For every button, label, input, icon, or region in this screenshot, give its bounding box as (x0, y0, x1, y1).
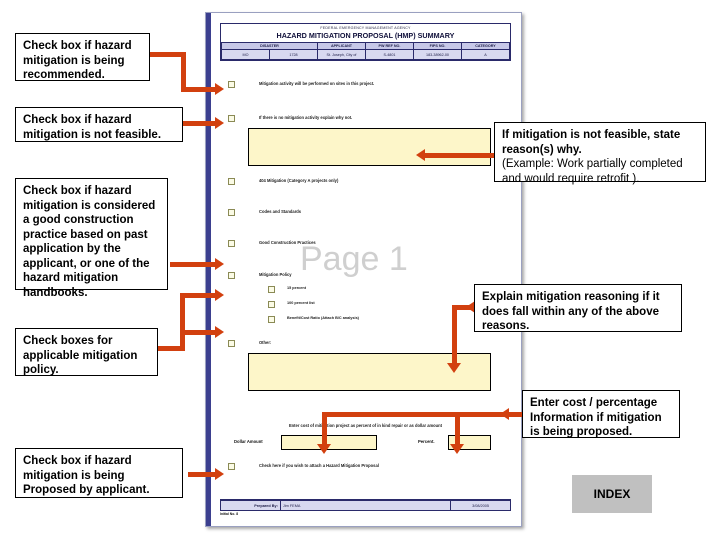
callout-state-reason-bold: If mitigation is not feasible, state rea… (502, 129, 681, 156)
row-label: If there is no mitigation activity expla… (259, 115, 353, 120)
subrow-label: 15 percent (287, 286, 306, 290)
no-mitigation-reason-textarea[interactable] (248, 128, 491, 166)
meta-value-applicant: St. Joseph, City of (317, 49, 366, 60)
callout-state-reason: If mitigation is not feasible, state rea… (494, 122, 706, 185)
subrow-label: 100 percent list (287, 301, 315, 305)
callout-not-feasible: Check box if hazard mitigation is not fe… (15, 107, 183, 142)
footer-note: Initial No. 8 (220, 512, 239, 516)
form-row-no-mitigation-explain[interactable]: If there is no mitigation activity expla… (228, 115, 352, 122)
connector-cost-arrow-left (500, 408, 509, 420)
connector-cost-v1 (322, 412, 327, 446)
form-row-codes-standards[interactable]: Codes and Standards (228, 209, 301, 216)
callout-enter-cost: Enter cost / percentage Information if m… (522, 390, 680, 438)
connector-policy-h3 (180, 330, 218, 335)
connector-statereason-arrow (416, 149, 425, 161)
form-footer: Prepared By: Jim FEMA 3/08/2005 Initial … (220, 499, 511, 516)
connector-notfeasible-arrow (215, 117, 224, 129)
prepared-by-label: Prepared By: (220, 500, 281, 511)
connector-policy-h2 (180, 293, 218, 298)
footer-table: Prepared By: Jim FEMA 3/08/2005 (220, 500, 511, 511)
row-label: Mitigation activity will be performed on… (259, 81, 375, 86)
prepared-by-value: Jim FEMA (279, 500, 452, 511)
checkbox-other[interactable] (228, 340, 235, 347)
connector-explain-arrow-down (447, 363, 461, 373)
form-header: FEDERAL EMERGENCY MANAGEMENT AGENCY HAZA… (220, 23, 511, 61)
row-label: Codes and Standards (259, 209, 302, 214)
meta-header-pwref: PW REF NO. (365, 42, 414, 50)
connector-cost-h2 (322, 412, 510, 417)
callout-state-reason-example: (Example: Work partially completed and w… (502, 158, 683, 185)
checkbox-mitigation-policy[interactable] (228, 272, 235, 279)
slide-canvas: FEDERAL EMERGENCY MANAGEMENT AGENCY HAZA… (0, 0, 720, 540)
dollar-amount-label: Dollar Amount (234, 439, 263, 444)
callout-policy-checkboxes: Check boxes for applicable mitigation po… (15, 328, 158, 376)
callout-explain-reasoning: Explain mitigation reasoning if it does … (474, 284, 682, 332)
meta-header-disaster: DISASTER (221, 42, 318, 50)
index-button-label: INDEX (593, 487, 631, 501)
connector-explain-v (452, 305, 457, 365)
connector-cost-arrow-dollar (317, 444, 331, 454)
checkbox-mitigation-performed[interactable] (228, 81, 235, 88)
connector-recommended-h2 (181, 87, 217, 92)
meta-value-state: MO (221, 49, 270, 60)
form-row-mitigation-policy[interactable]: Mitigation Policy (228, 272, 292, 279)
checkbox-benefit-cost-ratio[interactable] (268, 316, 275, 323)
form-row-other[interactable]: Other: (228, 340, 271, 347)
checkbox-good-construction[interactable] (228, 240, 235, 247)
form-content: FEDERAL EMERGENCY MANAGEMENT AGENCY HAZA… (220, 23, 511, 518)
checkbox-15-percent[interactable] (268, 286, 275, 293)
connector-cost-arrow-percent (450, 444, 464, 454)
footer-date: 3/08/2005 (450, 500, 511, 511)
meta-header-category: CATEGORY (461, 42, 510, 50)
meta-value-fips: 183-38962-00 (413, 49, 462, 60)
checkbox-404-mitigation[interactable] (228, 178, 235, 185)
checkbox-no-mitigation-explain[interactable] (228, 115, 235, 122)
row-label: Other: (259, 340, 272, 345)
form-subrow-15-percent[interactable]: 15 percent (268, 286, 306, 293)
percent-label: Percent. (418, 439, 435, 444)
checkbox-attach-proposal[interactable] (228, 463, 235, 470)
connector-proposed-h (188, 472, 218, 477)
hmp-form-image: FEDERAL EMERGENCY MANAGEMENT AGENCY HAZA… (205, 12, 522, 527)
connector-statereason-h (424, 153, 494, 158)
connector-recommended-arrow (215, 83, 224, 95)
row-label: Good Construction Practices (259, 240, 316, 245)
checkbox-codes-standards[interactable] (228, 209, 235, 216)
connector-proposed-arrow (215, 468, 224, 480)
callout-proposed-by-applicant: Check box if hazard mitigation is being … (15, 448, 183, 498)
connector-cost-v2 (455, 412, 460, 446)
subrow-label: Benefit/Cost Ratio (Attach B/C analysis) (287, 316, 359, 320)
connector-recommended-v (181, 52, 186, 92)
meta-value-disaster-no: 1728 (269, 49, 318, 60)
callout-good-construction-practice: Check box if hazard mitigation is consid… (15, 178, 168, 299)
form-row-404-mitigation[interactable]: 404 Mitigation (Category A projects only… (228, 178, 338, 185)
checkbox-100-percent-list[interactable] (268, 301, 275, 308)
connector-policy-v (180, 293, 185, 351)
form-meta-table: DISASTER APPLICANT PW REF NO. FIPS NO. C… (221, 42, 510, 60)
connector-policy-arrow-top (215, 289, 224, 301)
form-row-attach-proposal[interactable]: Check here if you wish to attach a Hazar… (228, 463, 379, 470)
row-label: Check here if you wish to attach a Hazar… (259, 463, 379, 468)
meta-header-applicant: APPLICANT (317, 42, 366, 50)
connector-goodpractice-h (170, 262, 218, 267)
cost-instruction-label: Enter cost of mitigation project as perc… (288, 423, 443, 428)
connector-notfeasible-h (180, 121, 218, 126)
form-row-mitigation-performed[interactable]: Mitigation activity will be performed on… (228, 81, 374, 88)
meta-value-category: A (461, 49, 510, 60)
meta-header-fips: FIPS NO. (413, 42, 462, 50)
form-subrow-100-percent-list[interactable]: 100 percent list (268, 301, 315, 308)
callout-recommended: Check box if hazard mitigation is being … (15, 33, 150, 81)
form-title: HAZARD MITIGATION PROPOSAL (HMP) SUMMARY (276, 31, 455, 40)
form-subrow-benefit-cost[interactable]: Benefit/Cost Ratio (Attach B/C analysis) (268, 316, 359, 323)
connector-goodpractice-arrow (215, 258, 224, 270)
row-label: Mitigation Policy (259, 272, 292, 277)
form-row-good-construction[interactable]: Good Construction Practices (228, 240, 316, 247)
meta-value-pwref: S-4801 (365, 49, 414, 60)
row-label: 404 Mitigation (Category A projects only… (259, 178, 339, 183)
connector-policy-arrow-mid (215, 326, 224, 338)
index-button[interactable]: INDEX (572, 475, 652, 513)
